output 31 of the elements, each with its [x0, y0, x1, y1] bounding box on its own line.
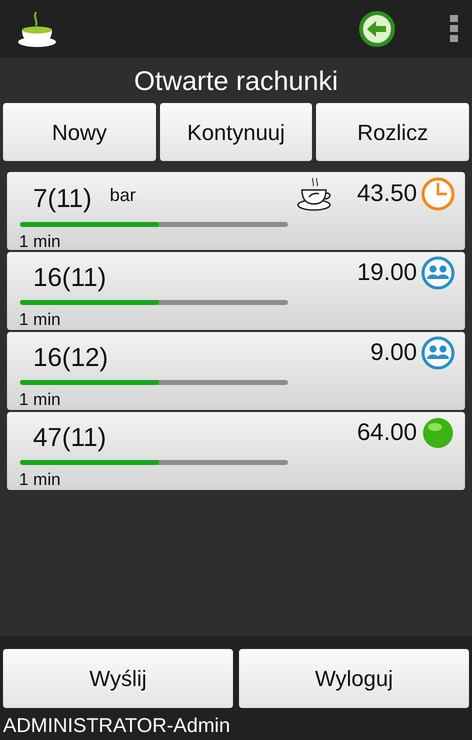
action-button[interactable]: Rozlicz: [316, 103, 470, 161]
footer-button[interactable]: Wyloguj: [239, 649, 469, 708]
table-number: 16(12): [32, 341, 108, 370]
status-dot-icon: [421, 416, 455, 450]
elapsed-time: 1 min: [19, 233, 62, 250]
screen-title: Otwarte rachunki: [132, 65, 340, 98]
table-number: 7(11): [32, 182, 92, 211]
table-number: 47(11): [32, 421, 106, 450]
bill-row[interactable]: 47(11) 64.00 1 min: [7, 412, 465, 490]
tea-cup-icon[interactable]: [16, 10, 58, 48]
bill-amount: 43.50: [356, 182, 417, 206]
elapsed-time: 1 min: [19, 311, 62, 328]
back-icon[interactable]: [358, 10, 396, 48]
bill-amount: 19.00: [356, 261, 417, 285]
footer-button[interactable]: Wyślij: [3, 649, 233, 708]
bill-tag: bar: [110, 176, 136, 209]
people-icon: [421, 336, 455, 370]
table-number: 16(11): [32, 261, 106, 290]
menu-icon[interactable]: [450, 15, 458, 43]
action-button[interactable]: Kontynuuj: [160, 103, 312, 161]
bill-amount: 9.00: [370, 341, 417, 365]
people-icon: [421, 256, 455, 290]
bill-row[interactable]: 16(11) 19.00 1 min: [7, 252, 465, 330]
bill-row[interactable]: 16(12) 9.00 1 min: [7, 332, 465, 410]
bill-row[interactable]: 7(11) bar 43.50 1 min: [7, 172, 465, 250]
user-label: ADMINISTRATOR-Admin: [3, 716, 232, 736]
elapsed-time: 1 min: [19, 391, 62, 408]
elapsed-time: 1 min: [19, 471, 62, 488]
clock-icon: [421, 177, 455, 211]
action-button[interactable]: Nowy: [3, 103, 156, 161]
bill-amount: 64.00: [356, 421, 417, 445]
